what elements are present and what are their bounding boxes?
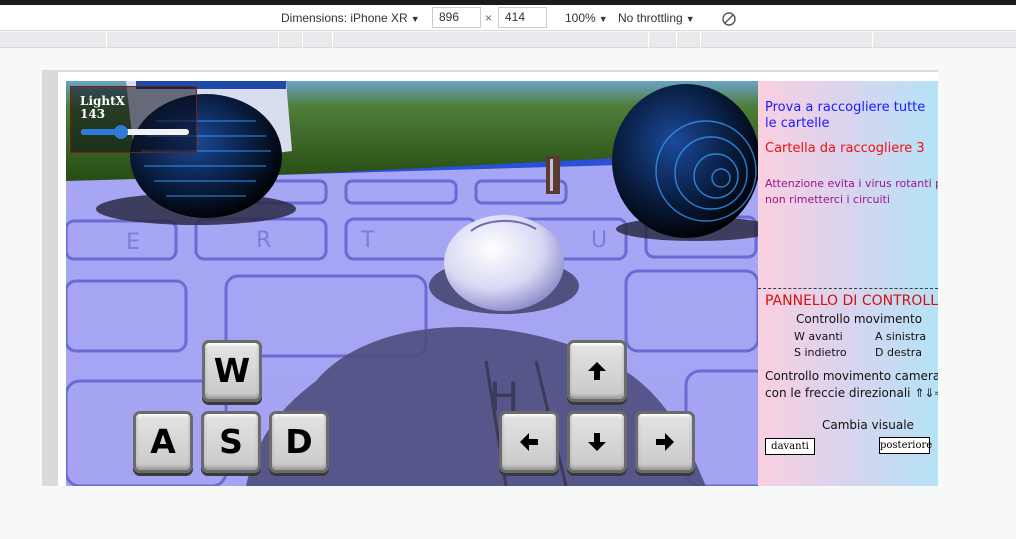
device-width-input[interactable]: 896 (432, 7, 481, 28)
d-right-hint: D destra (875, 346, 923, 359)
s-back-hint: S indietro (794, 346, 847, 359)
rotate-icon[interactable] (721, 10, 737, 26)
arrow-right-icon (656, 433, 674, 451)
svg-text:T: T (360, 228, 375, 253)
front-view-button[interactable]: davanti (765, 438, 815, 455)
a-key-button[interactable]: A (133, 411, 193, 473)
intro-text-line2: le cartelle (765, 116, 830, 131)
control-panel-title: PANNELLO DI CONTROLLO (765, 293, 938, 309)
arrow-up-icon (588, 362, 606, 380)
camera-hint-line1: Controllo movimento camera (765, 369, 938, 383)
light-control-panel: LightX 143 (70, 86, 197, 153)
chevron-down-icon: ▼ (685, 14, 695, 24)
device-viewport: ERTU H LightX 143 W A S D Prova a raccog… (58, 72, 938, 486)
intro-text-line1: Prova a raccogliere tutte (765, 100, 926, 115)
dimension-times-sign: × (485, 11, 493, 25)
light-value: 143 (80, 107, 106, 121)
warning-text-line2: non rimetterci i circuiti (765, 193, 890, 206)
movement-title: Controllo movimento (796, 312, 923, 326)
svg-text:E: E (126, 230, 140, 255)
game-canvas[interactable]: ERTU H LightX 143 W A S D (66, 81, 758, 486)
panel-divider (758, 288, 938, 289)
device-frame: ERTU H LightX 143 W A S D Prova a raccog… (42, 70, 938, 486)
w-forward-hint: W avanti (794, 330, 843, 343)
light-slider-thumb[interactable] (113, 125, 128, 139)
w-key-button[interactable]: W (202, 340, 262, 402)
svg-text:R: R (256, 228, 271, 253)
folder-status: Cartella da raccogliere 3 (765, 141, 925, 156)
arrow-down-button[interactable] (567, 411, 627, 473)
info-panel: Prova a raccogliere tutte le cartelle Ca… (758, 81, 938, 486)
zoom-dropdown[interactable]: 100% ▼ (565, 5, 608, 31)
zoom-label: 100% (565, 11, 596, 25)
d-key-button[interactable]: D (269, 411, 329, 473)
device-dimensions-dropdown[interactable]: Dimensions: iPhone XR ▼ (281, 5, 420, 31)
arrow-left-icon (520, 433, 538, 451)
arrow-left-button[interactable] (499, 411, 559, 473)
chevron-down-icon: ▼ (410, 14, 420, 24)
arrow-down-icon (588, 433, 606, 451)
throttling-dropdown[interactable]: No throttling ▼ (618, 5, 695, 31)
arrow-right-button[interactable] (635, 411, 695, 473)
camera-hint-line2: con le freccie direzionali ⇑⇓⇒⇐ (765, 386, 938, 400)
throttling-label: No throttling (618, 11, 683, 25)
light-slider[interactable] (81, 125, 189, 139)
device-dimensions-label: Dimensions: iPhone XR (281, 11, 408, 25)
arrow-up-button[interactable] (567, 340, 627, 402)
media-query-ruler[interactable] (0, 32, 1016, 48)
warning-text-line1: Attenzione evita i virus rotanti per (765, 177, 938, 190)
a-left-hint: A sinistra (875, 330, 927, 343)
s-key-button[interactable]: S (201, 411, 261, 473)
device-toolbar: Dimensions: iPhone XR ▼ 896 × 414 100% ▼ N… (0, 5, 1016, 31)
chevron-down-icon: ▼ (598, 14, 608, 24)
change-view-label: Cambia visuale (822, 418, 914, 432)
svg-text:U: U (591, 228, 607, 253)
device-height-input[interactable]: 414 (498, 7, 547, 28)
rear-view-button[interactable]: posteriore (879, 437, 932, 454)
